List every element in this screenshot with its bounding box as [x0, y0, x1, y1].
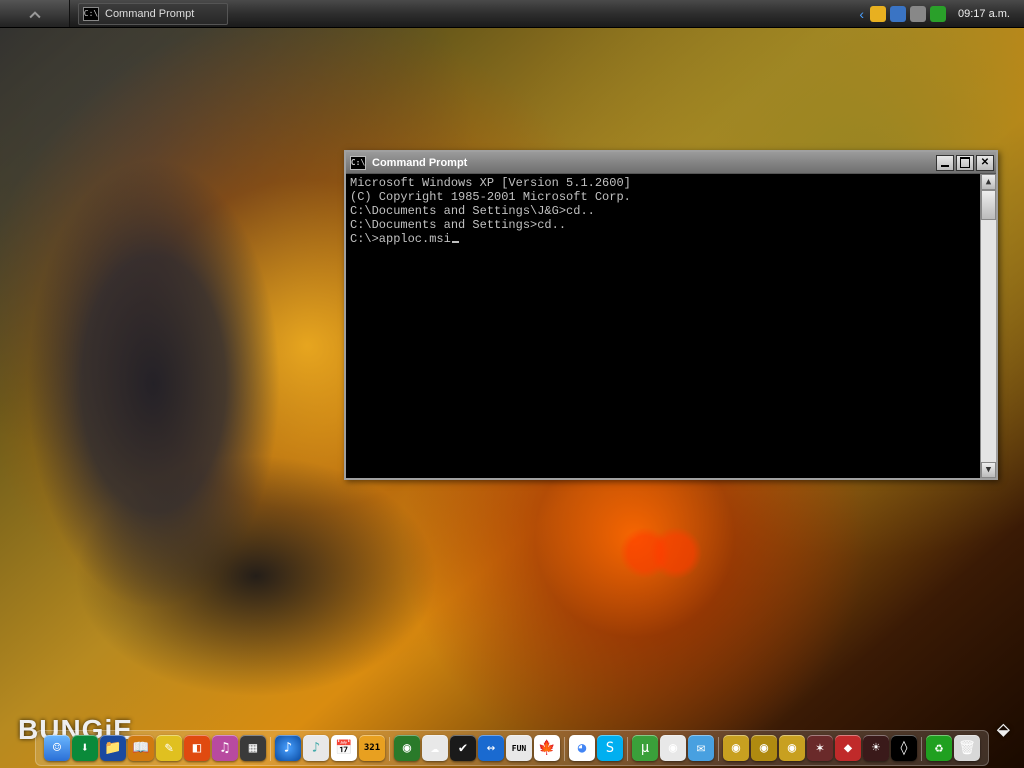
dock-item-grid[interactable]: ▦	[240, 735, 266, 761]
scroll-thumb[interactable]	[981, 190, 996, 220]
dock-item-check[interactable]: ✔	[450, 735, 476, 761]
dock-separator	[270, 737, 271, 761]
app3-icon: ◆	[844, 740, 852, 756]
mpc-icon: 321	[364, 743, 380, 753]
dock-item-downloads[interactable]: ⬇	[72, 735, 98, 761]
coin3-icon: ◉	[788, 740, 796, 756]
dock-item-mpc[interactable]: 321	[359, 735, 385, 761]
dock-item-music[interactable]: ♫	[212, 735, 238, 761]
dock-item-disc[interactable]: ◉	[660, 735, 686, 761]
minimize-button[interactable]	[936, 155, 954, 171]
files-icon: 📁	[104, 740, 121, 756]
dock-item-note[interactable]: ♪	[303, 735, 329, 761]
dock-item-calendar[interactable]: 📅	[331, 735, 357, 761]
devices-icon[interactable]	[890, 6, 906, 22]
dock-separator	[389, 737, 390, 761]
chrome-icon: ◕	[578, 740, 586, 756]
dock-item-finder[interactable]: ☺	[44, 735, 70, 761]
dock-item-app2[interactable]: ✶	[807, 735, 833, 761]
recycle-icon: ♻	[935, 740, 943, 756]
books-icon: 📖	[132, 740, 149, 756]
terminal-output[interactable]: Microsoft Windows XP [Version 5.1.2600](…	[346, 174, 980, 478]
dock-item-coin3[interactable]: ◉	[779, 735, 805, 761]
dock-item-app3[interactable]: ◆	[835, 735, 861, 761]
note-icon: ♪	[312, 740, 320, 756]
dock-separator	[627, 737, 628, 761]
finder-icon: ☺	[53, 740, 61, 756]
cloud-icon: ☁	[431, 740, 439, 756]
titlebar[interactable]: C:\ Command Prompt	[346, 152, 996, 174]
dock-item-app1[interactable]: ◧	[184, 735, 210, 761]
grid-icon: ▦	[249, 740, 257, 756]
clock[interactable]: 09:17 a.m.	[958, 8, 1016, 20]
world-icon[interactable]	[870, 6, 886, 22]
coin2-icon: ◉	[760, 740, 768, 756]
network-icon[interactable]	[930, 6, 946, 22]
dock-item-cloud[interactable]: ☁	[422, 735, 448, 761]
app4-icon: ☀	[872, 740, 880, 756]
scrollbar[interactable]: ▲ ▼	[980, 174, 996, 478]
dock: ☺ ⬇ 📁 📖 ✎ ◧ ♫ ▦ ♪ ♪ 📅 321 ◉ ☁ ✔ ↔ FUN 🍁 ◕ Sµ ◉ ✉ ◉ ◉ ◉ ✶ ◆ ☀ ◊ ♻ 🗑	[35, 730, 989, 766]
dock-item-browser[interactable]: ◉	[394, 735, 420, 761]
dock-item-trash[interactable]: 🗑	[954, 735, 980, 761]
teamviewer-icon: ↔	[487, 740, 495, 756]
notes-icon: ✎	[165, 740, 173, 756]
scroll-down-button[interactable]: ▼	[981, 462, 996, 478]
app1-icon: ◧	[193, 740, 201, 756]
dock-item-files[interactable]: 📁	[100, 735, 126, 761]
dock-item-skype[interactable]: S	[597, 735, 623, 761]
cursor	[452, 241, 459, 243]
dock-item-books[interactable]: 📖	[128, 735, 154, 761]
app2-icon: ✶	[816, 740, 824, 756]
utorrent-icon: µ	[641, 740, 649, 756]
app5-icon: ◊	[900, 740, 908, 756]
dock-item-chrome[interactable]: ◕	[569, 735, 595, 761]
chevron-up-icon	[28, 7, 42, 21]
scroll-track[interactable]	[981, 190, 996, 462]
dock-item-recycle[interactable]: ♻	[926, 735, 952, 761]
calendar-icon: 📅	[335, 740, 352, 756]
skype-icon: S	[606, 740, 614, 756]
check-icon: ✔	[459, 740, 467, 756]
tray-expand-icon[interactable]: ‹	[859, 6, 864, 22]
dock-item-app5[interactable]: ◊	[891, 735, 917, 761]
dock-separator	[921, 737, 922, 761]
disc-icon: ◉	[669, 740, 677, 756]
close-button[interactable]	[976, 155, 994, 171]
taskbar: C:\ Command Prompt ‹ 09:17 a.m.	[0, 0, 1024, 28]
downloads-icon: ⬇	[81, 740, 89, 756]
dock-item-teamviewer[interactable]: ↔	[478, 735, 504, 761]
music-icon: ♫	[221, 740, 229, 756]
tricorn-icon: ⬙	[997, 717, 1010, 742]
volume-icon[interactable]	[910, 6, 926, 22]
command-prompt-window: C:\ Command Prompt Microsoft Windows XP …	[344, 150, 998, 480]
scroll-up-button[interactable]: ▲	[981, 174, 996, 190]
dock-item-canada[interactable]: 🍁	[534, 735, 560, 761]
dock-item-itunes[interactable]: ♪	[275, 735, 301, 761]
coin1-icon: ◉	[732, 740, 740, 756]
canada-icon: 🍁	[538, 740, 555, 756]
window-title: Command Prompt	[372, 157, 936, 169]
itunes-icon: ♪	[284, 740, 292, 756]
dock-item-app4[interactable]: ☀	[863, 735, 889, 761]
cmd-icon: C:\	[350, 156, 366, 170]
mail-icon: ✉	[697, 740, 705, 756]
dock-item-notes[interactable]: ✎	[156, 735, 182, 761]
maximize-button[interactable]	[956, 155, 974, 171]
taskbar-item-command-prompt[interactable]: C:\ Command Prompt	[78, 3, 228, 25]
dock-item-fun[interactable]: FUN	[506, 735, 532, 761]
browser-icon: ◉	[403, 740, 411, 756]
start-button[interactable]	[0, 0, 70, 27]
dock-separator	[564, 737, 565, 761]
dock-item-coin1[interactable]: ◉	[723, 735, 749, 761]
cmd-icon: C:\	[83, 7, 99, 21]
fun-icon: FUN	[512, 744, 526, 753]
dock-separator	[718, 737, 719, 761]
taskbar-item-label: Command Prompt	[105, 8, 194, 20]
trash-icon: 🗑	[958, 740, 976, 756]
dock-item-mail[interactable]: ✉	[688, 735, 714, 761]
dock-item-coin2[interactable]: ◉	[751, 735, 777, 761]
dock-item-utorrent[interactable]: µ	[632, 735, 658, 761]
system-tray: ‹ 09:17 a.m.	[851, 6, 1024, 22]
